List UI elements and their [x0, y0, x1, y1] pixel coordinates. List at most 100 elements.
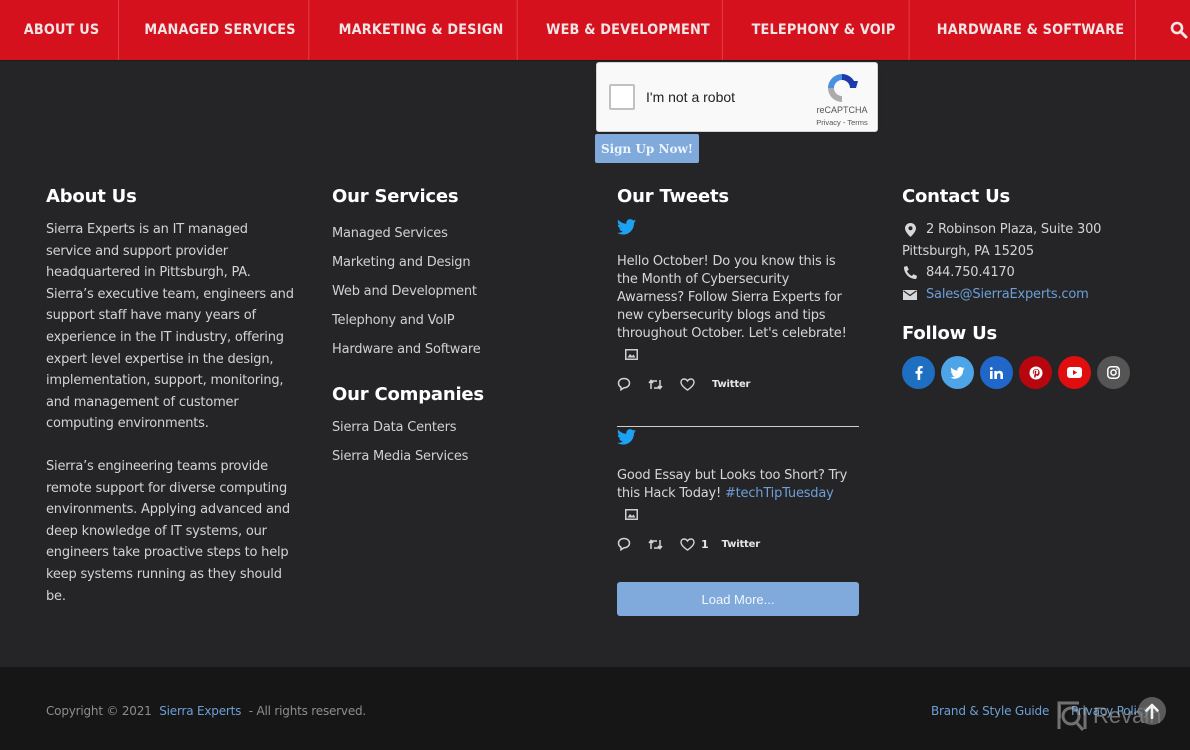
- reply-icon: [617, 537, 631, 551]
- nav-hardware-software[interactable]: HARDWARE & SOFTWARE: [926, 0, 1136, 60]
- company-link-media-services[interactable]: Sierra Media Services: [332, 442, 582, 471]
- nav-label: MARKETING & DESIGN: [338, 22, 504, 38]
- twitter-bird-icon[interactable]: [617, 219, 636, 235]
- image-media-icon[interactable]: [625, 349, 638, 360]
- tweet-text: Hello October! Do you know this is the M…: [617, 253, 859, 343]
- contact-section: Contact Us 2 Robinson Plaza, Suite 300 P…: [902, 186, 1172, 390]
- about-paragraph: Sierra’s engineering teams provide remot…: [46, 458, 290, 604]
- footer-bottom-bar: Copyright © 2021 Sierra Experts - All ri…: [0, 667, 1190, 750]
- service-link-marketing-design[interactable]: Marketing and Design: [332, 248, 582, 277]
- nav-telephony-voip[interactable]: TELEPHONY & VOIP: [738, 0, 910, 60]
- contact-title: Contact Us: [902, 186, 1011, 207]
- retweet-icon: [648, 538, 663, 550]
- linkedin-link[interactable]: [980, 356, 1013, 390]
- like-count: 1: [701, 537, 709, 551]
- phone-line: 844.750.4170: [902, 262, 1172, 284]
- legal-separator: |: [1058, 704, 1062, 718]
- phone-number[interactable]: 844.750.4170: [926, 262, 1015, 284]
- main-navigation: ABOUT US MANAGED SERVICES MARKETING & DE…: [0, 0, 1190, 61]
- companies-section: Our Companies Sierra Data Centers Sierra…: [332, 384, 582, 471]
- retweet-button[interactable]: [648, 378, 663, 391]
- twitter-source-link[interactable]: Twitter: [712, 379, 750, 390]
- arrow-up-icon: [1145, 703, 1159, 719]
- like-button[interactable]: 1: [680, 538, 709, 551]
- tweet-text: Good Essay but Looks too Short? Try this…: [617, 467, 859, 503]
- youtube-link[interactable]: [1058, 356, 1091, 390]
- twitter-source-link[interactable]: Twitter: [722, 539, 760, 550]
- services-title: Our Services: [332, 186, 459, 207]
- tweets-section: Our Tweets Hello October! Do you know th…: [617, 186, 859, 616]
- facebook-link[interactable]: [902, 356, 935, 390]
- follow-section: Follow Us: [902, 323, 1172, 390]
- search-icon: [1170, 21, 1188, 39]
- image-media-icon[interactable]: [625, 509, 638, 520]
- reply-button[interactable]: [617, 537, 631, 551]
- nav-label: MANAGED SERVICES: [144, 22, 296, 38]
- email-line: Sales@SierraExperts.com: [902, 284, 1172, 306]
- company-home-link[interactable]: Sierra Experts: [159, 704, 241, 718]
- companies-title: Our Companies: [332, 384, 484, 405]
- retweet-button[interactable]: [648, 538, 663, 551]
- copyright-suffix: - All rights reserved.: [248, 704, 367, 718]
- hashtag-link[interactable]: #techTipTuesday: [725, 486, 834, 501]
- recaptcha-links: Privacy - Terms: [807, 118, 877, 127]
- social-links: [902, 356, 1172, 390]
- email-link[interactable]: Sales@SierraExperts.com: [926, 284, 1089, 306]
- tweet-item: Hello October! Do you know this is the M…: [617, 219, 859, 392]
- address-city: Pittsburgh, PA 15205: [902, 243, 1034, 259]
- about-title: About Us: [46, 186, 137, 207]
- follow-title: Follow Us: [902, 323, 998, 345]
- pinterest-icon: [1029, 366, 1042, 380]
- facebook-icon: [915, 365, 923, 380]
- services-list: Managed Services Marketing and Design We…: [332, 219, 582, 364]
- legal-links: Brand & Style Guide | Privacy Policy: [931, 704, 1150, 718]
- about-section: About Us Sierra Experts is an IT managed…: [46, 186, 296, 607]
- service-link-managed-services[interactable]: Managed Services: [332, 219, 582, 248]
- nav-managed-services[interactable]: MANAGED SERVICES: [132, 0, 310, 60]
- back-to-top-button[interactable]: [1138, 697, 1166, 725]
- retweet-icon: [648, 378, 663, 390]
- reply-button[interactable]: [617, 377, 631, 391]
- twitter-link[interactable]: [941, 356, 974, 390]
- address-line: 2 Robinson Plaza, Suite 300: [902, 219, 1172, 241]
- envelope-icon: [903, 289, 917, 300]
- heart-icon: [680, 537, 695, 551]
- tweet-item: Good Essay but Looks too Short? Try this…: [617, 429, 859, 552]
- service-link-web-development[interactable]: Web and Development: [332, 277, 582, 306]
- services-section: Our Services Managed Services Marketing …: [332, 186, 582, 471]
- nav-web-development[interactable]: WEB & DEVELOPMENT: [534, 0, 723, 60]
- nav-label: ABOUT US: [23, 22, 100, 38]
- service-link-telephony-voip[interactable]: Telephony and VoIP: [332, 306, 582, 335]
- recaptcha-brand: reCAPTCHA: [816, 105, 868, 115]
- tweets-title: Our Tweets: [617, 186, 729, 207]
- youtube-icon: [1067, 367, 1082, 379]
- copyright-prefix: Copyright © 2021: [46, 704, 152, 718]
- service-link-hardware-software[interactable]: Hardware and Software: [332, 335, 582, 364]
- about-paragraph: Sierra Experts is an IT managed service …: [46, 222, 294, 432]
- tweet-actions: 1 Twitter: [617, 536, 859, 552]
- nav-marketing-design[interactable]: MARKETING & DESIGN: [325, 0, 518, 60]
- load-more-button[interactable]: Load More...: [617, 582, 859, 616]
- search-button[interactable]: [1145, 0, 1190, 60]
- sign-up-button[interactable]: Sign Up Now!: [595, 134, 699, 163]
- recaptcha-checkbox[interactable]: [609, 84, 635, 110]
- twitter-icon: [950, 366, 965, 379]
- nav-label: WEB & DEVELOPMENT: [546, 22, 710, 38]
- nav-about-us[interactable]: ABOUT US: [5, 0, 120, 60]
- twitter-bird-icon[interactable]: [617, 429, 636, 445]
- companies-list: Sierra Data Centers Sierra Media Service…: [332, 413, 582, 471]
- company-link-data-centers[interactable]: Sierra Data Centers: [332, 413, 582, 442]
- like-button[interactable]: [680, 377, 695, 391]
- map-marker-icon: [904, 222, 916, 237]
- nav-label: TELEPHONY & VOIP: [751, 22, 896, 38]
- recaptcha-terms-link[interactable]: Terms: [847, 118, 867, 127]
- recaptcha-widget: I'm not a robot reCAPTCHA Privacy - Term…: [596, 62, 878, 132]
- reply-icon: [617, 377, 631, 391]
- phone-icon: [903, 266, 917, 280]
- recaptcha-privacy-link[interactable]: Privacy: [816, 118, 841, 127]
- pinterest-link[interactable]: [1019, 356, 1052, 390]
- tweet-divider: [617, 426, 859, 427]
- instagram-icon: [1107, 366, 1120, 380]
- brand-style-guide-link[interactable]: Brand & Style Guide: [931, 704, 1049, 718]
- instagram-link[interactable]: [1097, 356, 1130, 390]
